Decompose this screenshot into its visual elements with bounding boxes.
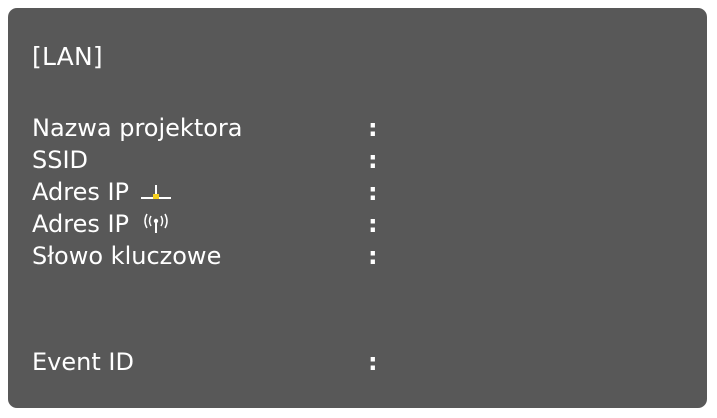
wired-lan-icon — [139, 180, 173, 204]
row-separator: : — [368, 348, 378, 376]
panel-title: [LAN] — [32, 42, 103, 71]
info-row-keyword: Słowo kluczowe : — [32, 242, 692, 270]
wireless-lan-icon — [139, 212, 173, 236]
row-separator: : — [368, 114, 378, 142]
row-label: Event ID — [32, 348, 134, 376]
row-separator: : — [368, 210, 378, 238]
row-label: Nazwa projektora — [32, 114, 243, 142]
info-row-ip-wireless: Adres IP : — [32, 210, 692, 238]
row-label-with-icon: Adres IP — [32, 210, 173, 238]
info-row-projector-name: Nazwa projektora : — [32, 114, 692, 142]
lan-info-panel: [LAN] Nazwa projektora : SSID : Adres IP… — [8, 8, 707, 408]
row-separator: : — [368, 178, 378, 206]
info-row-ip-wired: Adres IP : — [32, 178, 692, 206]
row-label: Adres IP — [32, 210, 130, 238]
row-separator: : — [368, 146, 378, 174]
info-row-event-id: Event ID : — [32, 348, 692, 376]
row-separator: : — [368, 242, 378, 270]
row-label: Słowo kluczowe — [32, 242, 222, 270]
row-label: Adres IP — [32, 178, 130, 206]
row-label-with-icon: Adres IP — [32, 178, 173, 206]
info-row-ssid: SSID : — [32, 146, 692, 174]
row-label: SSID — [32, 146, 89, 174]
